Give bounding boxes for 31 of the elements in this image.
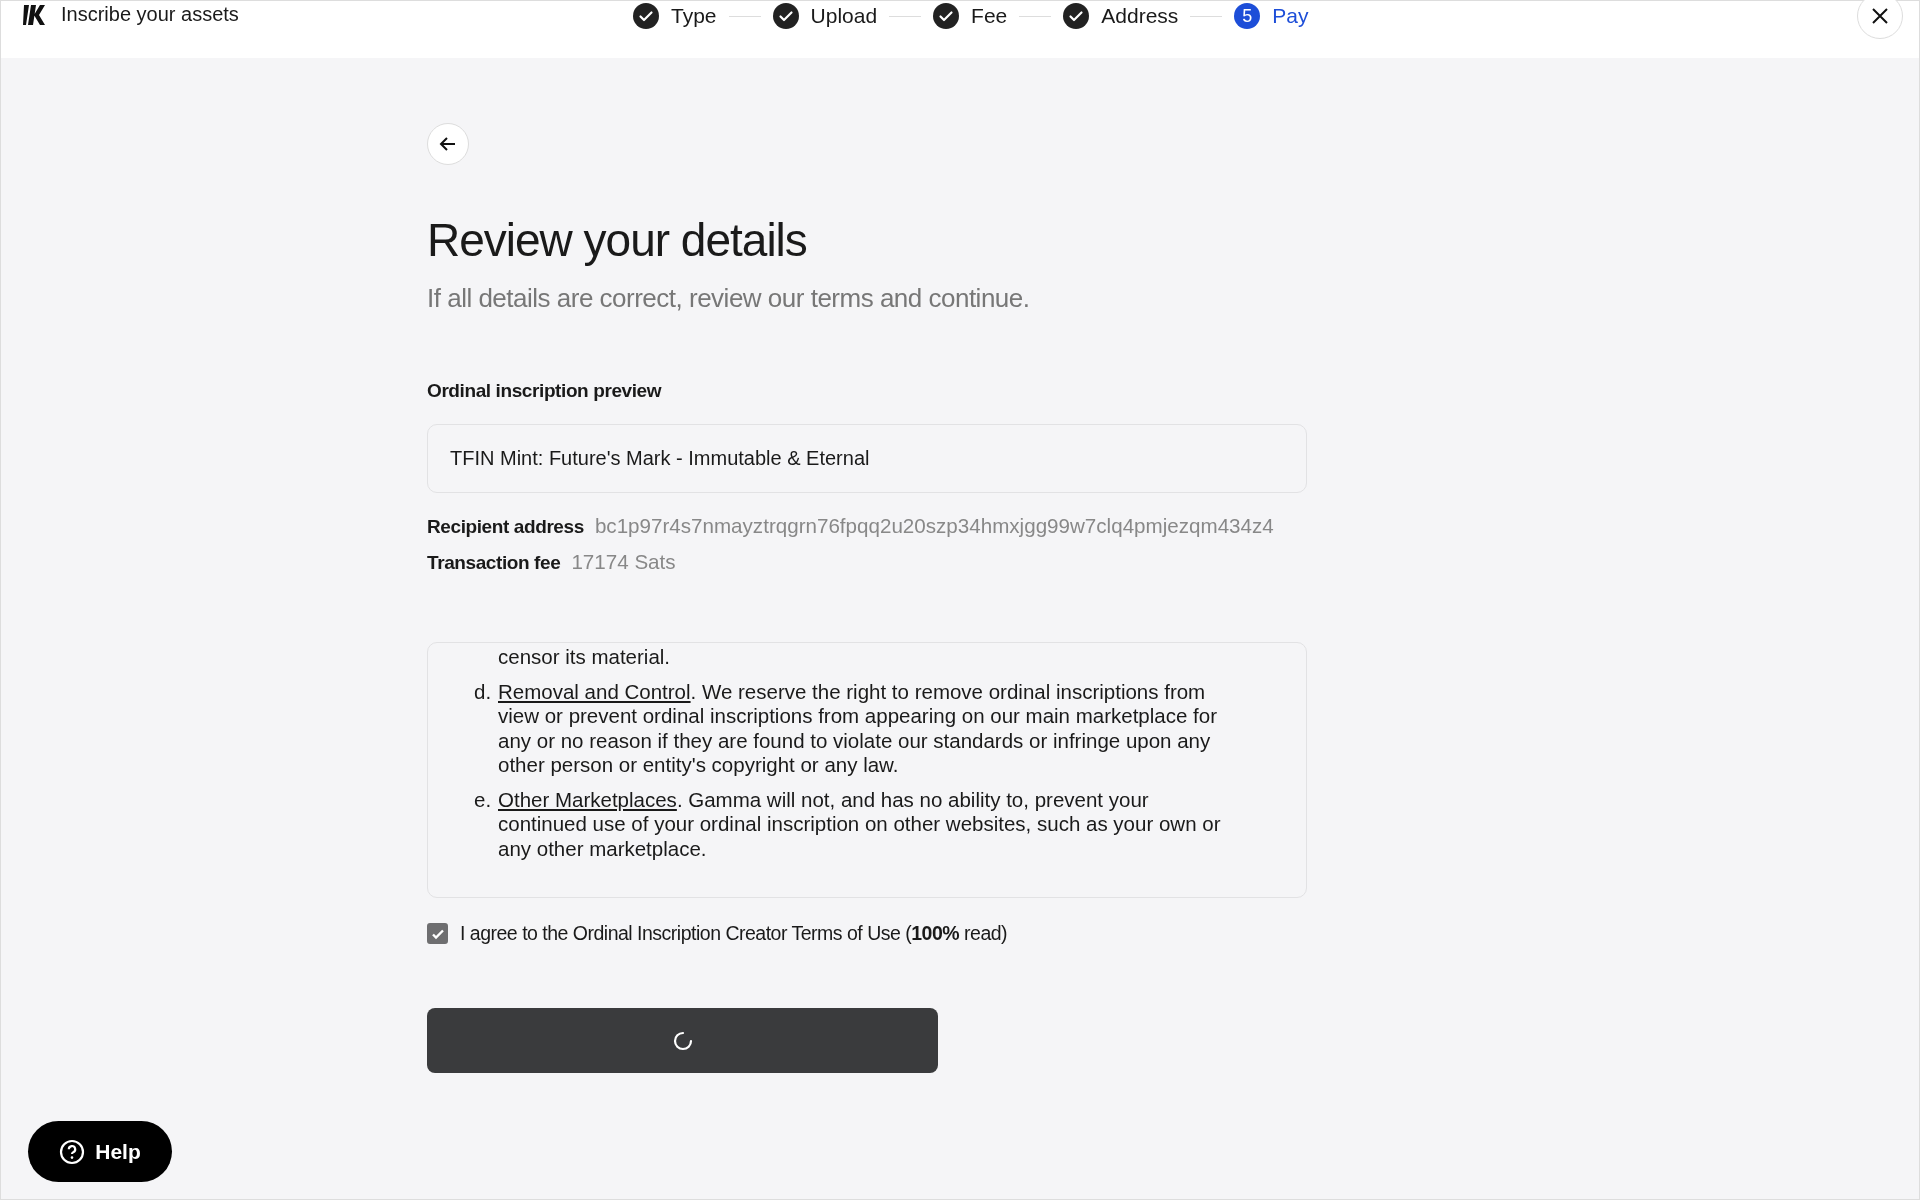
terms-text: censor its material. bbox=[498, 645, 672, 670]
page-subtitle: If all details are correct, review our terms and continue. bbox=[427, 283, 1030, 314]
back-button[interactable] bbox=[427, 123, 469, 165]
terms-link[interactable]: Removal and Control bbox=[498, 679, 691, 703]
detail-value: 17174 Sats bbox=[571, 550, 676, 574]
back-arrow-icon bbox=[439, 135, 457, 153]
detail-label: Transaction fee bbox=[427, 552, 561, 574]
help-icon bbox=[59, 1138, 86, 1165]
step-label: Fee bbox=[971, 4, 1008, 28]
agree-label: I agree to the Ordinal Inscription Creator Terms of Use (100% read) bbox=[460, 922, 1008, 945]
list-marker: d. bbox=[474, 679, 493, 705]
section-label: Ordinal inscription preview bbox=[427, 380, 662, 402]
step-label: Type bbox=[671, 4, 717, 28]
close-button[interactable] bbox=[1857, 0, 1903, 39]
app-title: Inscribe your assets bbox=[61, 3, 239, 26]
terms-link[interactable]: Other Marketplaces bbox=[498, 787, 677, 811]
detail-value: bc1p97r4s7nmayztrqgrn76fpqq2u20szp34hmxjgg99w7clq4pmjezqm434z4 bbox=[594, 514, 1274, 538]
inscription-preview: TFIN Mint: Future's Mark - Immutable & Eternal bbox=[427, 424, 1307, 493]
page-title: Review your details bbox=[427, 213, 807, 267]
close-icon bbox=[1871, 7, 1889, 25]
terms-paragraph: Removal and Control. We reserve the right to remove ordinal inscriptions from view or prevent ordinal inscriptions from appearing on our main marketplace for any or no reason if they are found to violate our standards or infringe upon any other person or entity's copyright or any law. bbox=[498, 679, 1218, 778]
detail-label: Recipient address bbox=[427, 516, 584, 538]
step-label: Upload bbox=[810, 4, 878, 28]
help-button[interactable]: Help bbox=[28, 1121, 172, 1182]
step-label: Pay bbox=[1272, 4, 1309, 28]
step-label: Address bbox=[1101, 4, 1179, 28]
terms-paragraph: Other Marketplaces. Gamma will not, and has no ability to, prevent your continued use of your ordinal inscription on other websites, such as your own or any other marketplace. bbox=[498, 787, 1222, 861]
list-marker: e. bbox=[474, 787, 493, 813]
spinner-icon bbox=[671, 1029, 694, 1052]
step-number: 5 bbox=[1234, 3, 1261, 29]
agree-checkbox[interactable] bbox=[427, 923, 448, 944]
